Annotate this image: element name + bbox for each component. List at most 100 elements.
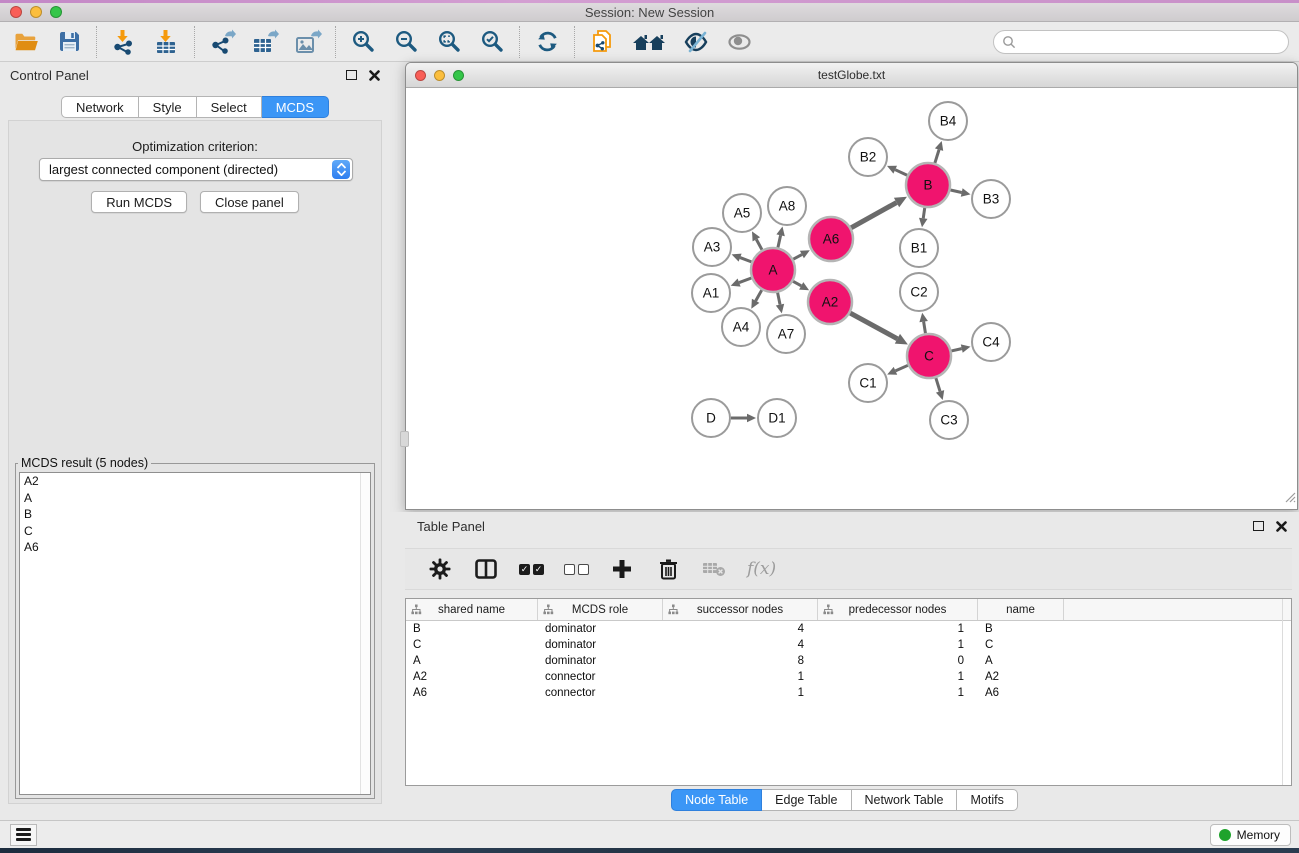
show-graphics-details-icon[interactable] bbox=[725, 28, 753, 56]
mcds-result-item[interactable]: A bbox=[20, 490, 370, 507]
clone-network-icon[interactable] bbox=[588, 28, 616, 56]
cell-name[interactable]: B bbox=[978, 623, 1064, 635]
close-panel-button[interactable]: Close panel bbox=[200, 191, 299, 213]
column-header-name[interactable]: name bbox=[978, 599, 1064, 620]
cell-MCDS-role[interactable]: connector bbox=[538, 671, 663, 683]
cell-predecessor-nodes[interactable]: 1 bbox=[818, 623, 978, 635]
home-pages-icon[interactable] bbox=[631, 28, 667, 56]
cell-successor-nodes[interactable]: 8 bbox=[663, 655, 818, 667]
tab-style[interactable]: Style bbox=[139, 96, 197, 118]
edge-C-C2[interactable] bbox=[924, 322, 926, 334]
edge-A-A1[interactable] bbox=[739, 278, 751, 283]
column-header-predecessor-nodes[interactable]: predecessor nodes bbox=[818, 599, 978, 620]
cell-MCDS-role[interactable]: dominator bbox=[538, 639, 663, 651]
cell-predecessor-nodes[interactable]: 1 bbox=[818, 639, 978, 651]
search-input[interactable] bbox=[1016, 32, 1288, 52]
edge-C-C4[interactable] bbox=[951, 349, 961, 351]
delete-column-icon[interactable] bbox=[655, 556, 681, 582]
column-header-shared-name[interactable]: shared name bbox=[406, 599, 538, 620]
cell-shared-name[interactable]: B bbox=[406, 623, 538, 635]
export-table-icon[interactable] bbox=[251, 28, 279, 56]
mcds-result-item[interactable]: A2 bbox=[20, 473, 370, 490]
cell-predecessor-nodes[interactable]: 1 bbox=[818, 671, 978, 683]
tab-motifs[interactable]: Motifs bbox=[957, 789, 1017, 811]
cell-name[interactable]: A6 bbox=[978, 687, 1064, 699]
cell-name[interactable]: A2 bbox=[978, 671, 1064, 683]
network-window-titlebar[interactable]: testGlobe.txt bbox=[406, 63, 1297, 88]
cell-shared-name[interactable]: A6 bbox=[406, 687, 538, 699]
table-row[interactable]: A2connector11A2 bbox=[406, 669, 1291, 685]
refresh-layout-icon[interactable] bbox=[533, 28, 561, 56]
table-row[interactable]: A6connector11A6 bbox=[406, 685, 1291, 701]
zoom-in-icon[interactable] bbox=[349, 28, 377, 56]
column-header-MCDS-role[interactable]: MCDS role bbox=[538, 599, 663, 620]
edge-B-B2[interactable] bbox=[895, 170, 907, 176]
select-all-checkboxes-icon[interactable]: ✓✓ bbox=[519, 564, 544, 575]
cell-predecessor-nodes[interactable]: 1 bbox=[818, 687, 978, 699]
cell-shared-name[interactable]: C bbox=[406, 639, 538, 651]
gear-icon[interactable] bbox=[427, 556, 453, 582]
window-resize-grip-icon[interactable] bbox=[1282, 489, 1296, 508]
tab-mcds[interactable]: MCDS bbox=[262, 96, 329, 118]
table-row[interactable]: Adominator80A bbox=[406, 653, 1291, 669]
mcds-result-list[interactable]: A2ABCA6 bbox=[19, 472, 371, 795]
memory-button[interactable]: Memory bbox=[1210, 824, 1291, 846]
cell-MCDS-role[interactable]: dominator bbox=[538, 623, 663, 635]
network-canvas[interactable]: B4B2BB3A8A5A6A3B1AA1C2A2A4A7C4CC1DC3D1 bbox=[407, 89, 1296, 508]
edge-A-A5[interactable] bbox=[756, 239, 762, 249]
deselect-all-checkboxes-icon[interactable] bbox=[564, 564, 589, 575]
cell-name[interactable]: C bbox=[978, 639, 1064, 651]
edge-A2-C[interactable] bbox=[850, 313, 897, 339]
cell-shared-name[interactable]: A bbox=[406, 655, 538, 667]
panel-grip-icon[interactable] bbox=[400, 431, 409, 447]
cell-name[interactable]: A bbox=[978, 655, 1064, 667]
float-panel-icon[interactable] bbox=[346, 70, 357, 80]
cell-successor-nodes[interactable]: 1 bbox=[663, 687, 818, 699]
cell-successor-nodes[interactable]: 4 bbox=[663, 623, 818, 635]
import-table-icon[interactable] bbox=[153, 28, 181, 56]
table-row[interactable]: Cdominator41C bbox=[406, 637, 1291, 653]
edge-A-A2[interactable] bbox=[793, 281, 801, 286]
edge-B-B1[interactable] bbox=[923, 208, 925, 219]
edge-C-C1[interactable] bbox=[895, 365, 908, 371]
edge-B-B3[interactable] bbox=[950, 190, 961, 193]
table-scrollbar[interactable] bbox=[1282, 599, 1283, 785]
zoom-fit-icon[interactable] bbox=[435, 28, 463, 56]
edge-A-A7[interactable] bbox=[778, 293, 780, 305]
edge-C-C3[interactable] bbox=[936, 378, 940, 391]
cell-predecessor-nodes[interactable]: 0 bbox=[818, 655, 978, 667]
node-table[interactable]: shared nameMCDS rolesuccessor nodesprede… bbox=[405, 598, 1292, 786]
column-view-icon[interactable] bbox=[473, 556, 499, 582]
edge-A-A6[interactable] bbox=[793, 255, 802, 260]
edge-A6-B[interactable] bbox=[851, 203, 896, 228]
tab-node-table[interactable]: Node Table bbox=[671, 789, 762, 811]
scrollbar-track[interactable] bbox=[360, 473, 370, 794]
zoom-out-icon[interactable] bbox=[392, 28, 420, 56]
tab-select[interactable]: Select bbox=[197, 96, 262, 118]
mcds-result-item[interactable]: B bbox=[20, 506, 370, 523]
cell-successor-nodes[interactable]: 4 bbox=[663, 639, 818, 651]
mcds-result-item[interactable]: A6 bbox=[20, 539, 370, 556]
cell-successor-nodes[interactable]: 1 bbox=[663, 671, 818, 683]
export-image-icon[interactable] bbox=[294, 28, 322, 56]
cell-shared-name[interactable]: A2 bbox=[406, 671, 538, 683]
cell-MCDS-role[interactable]: dominator bbox=[538, 655, 663, 667]
tab-network[interactable]: Network bbox=[61, 96, 139, 118]
table-row[interactable]: Bdominator41B bbox=[406, 621, 1291, 637]
criterion-dropdown[interactable]: largest connected component (directed) bbox=[39, 158, 353, 181]
edge-A-A3[interactable] bbox=[740, 258, 751, 262]
close-table-panel-icon[interactable] bbox=[1276, 521, 1287, 532]
search-box[interactable] bbox=[993, 30, 1289, 54]
save-session-icon[interactable] bbox=[55, 28, 83, 56]
task-history-icon[interactable] bbox=[10, 824, 37, 846]
edge-B-B4[interactable] bbox=[935, 150, 939, 163]
run-mcds-button[interactable]: Run MCDS bbox=[91, 191, 187, 213]
edge-A-A4[interactable] bbox=[756, 290, 762, 301]
hide-graphics-details-icon[interactable] bbox=[682, 28, 710, 56]
zoom-selected-icon[interactable] bbox=[478, 28, 506, 56]
export-network-icon[interactable] bbox=[208, 28, 236, 56]
float-table-panel-icon[interactable] bbox=[1253, 521, 1264, 531]
column-header-successor-nodes[interactable]: successor nodes bbox=[663, 599, 818, 620]
tab-edge-table[interactable]: Edge Table bbox=[762, 789, 851, 811]
open-folder-icon[interactable] bbox=[12, 28, 40, 56]
